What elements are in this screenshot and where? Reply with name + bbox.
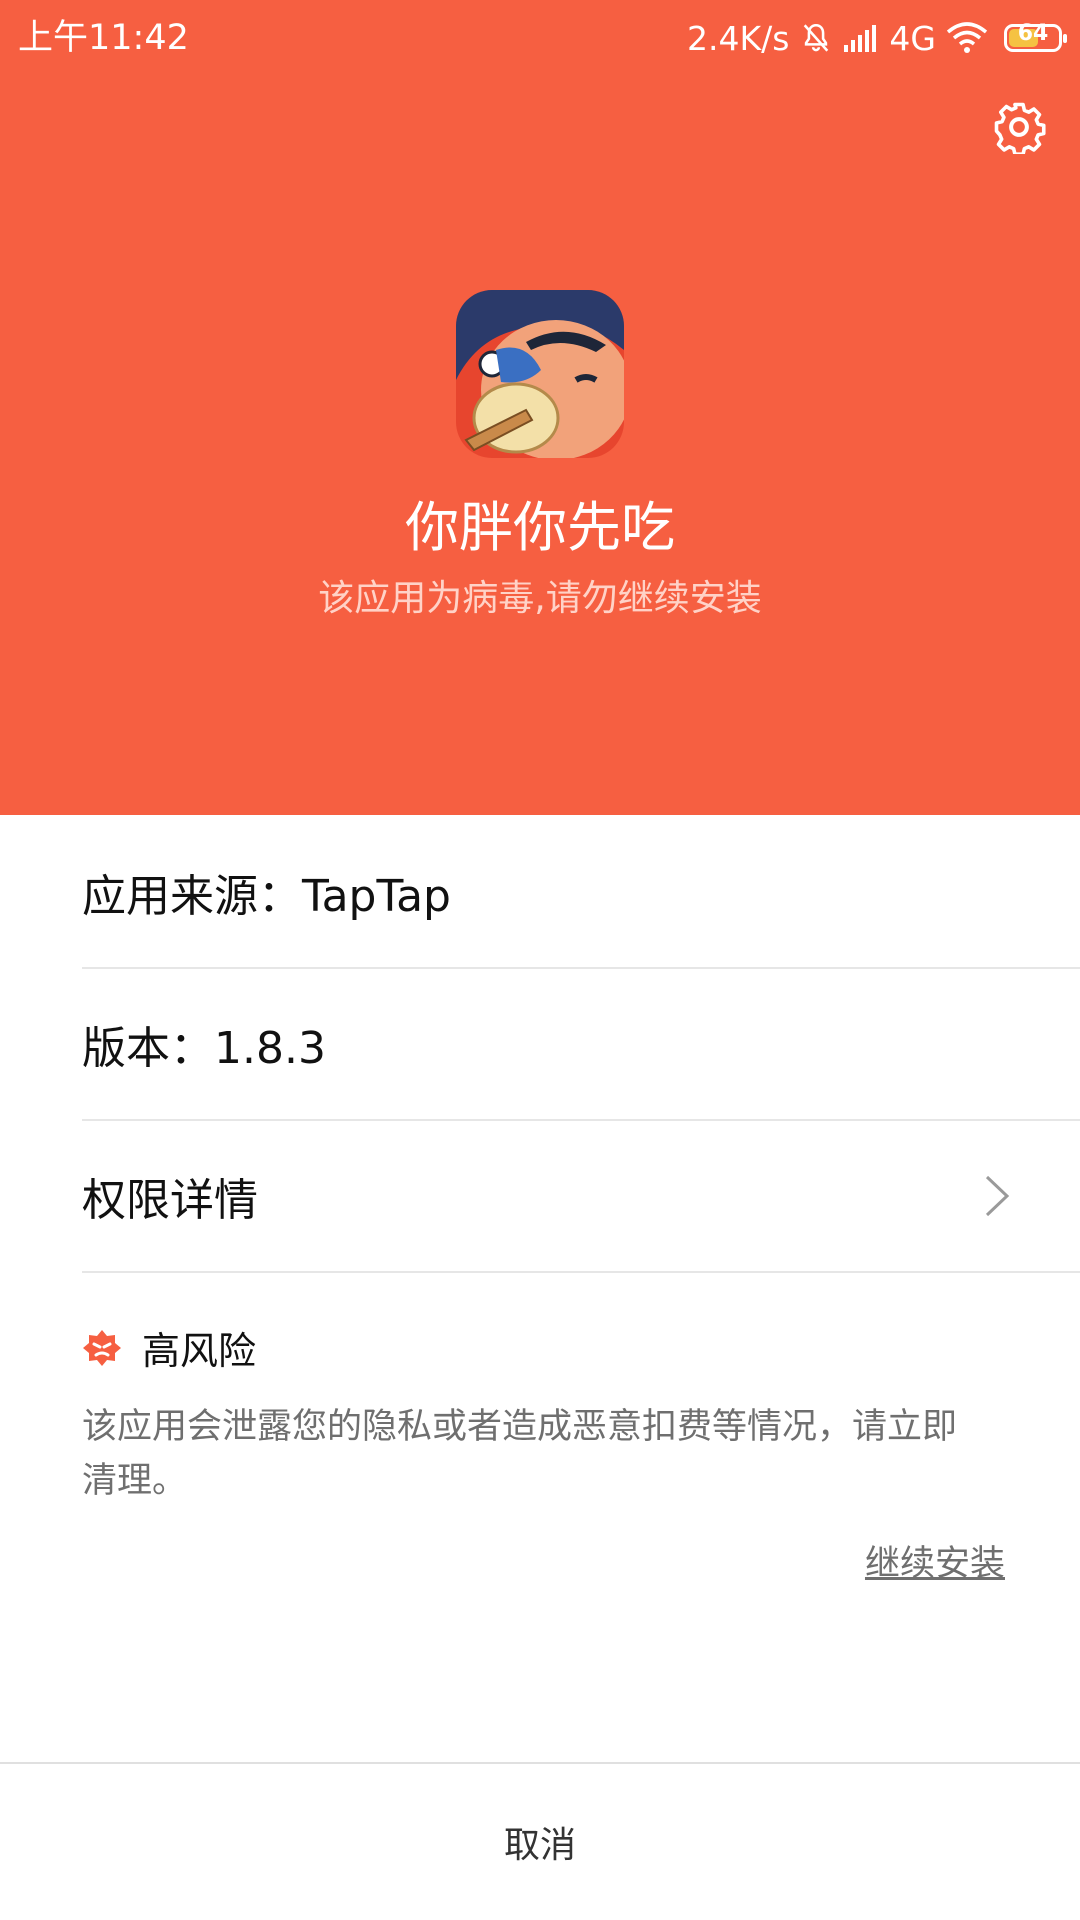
network-type: 4G (889, 18, 936, 58)
permissions-label: 权限详情 (82, 1175, 258, 1226)
continue-install-link[interactable]: 继续安装 (865, 1535, 1005, 1586)
app-icon (456, 290, 624, 458)
net-speed: 2.4K/s (686, 18, 790, 58)
status-icons: 2.4K/s 4G 64 (686, 14, 1067, 62)
gear-icon[interactable] (992, 100, 1046, 154)
permissions-row[interactable]: 权限详情 (82, 1121, 1080, 1273)
status-bar: 上午11:42 2.4K/s 4G 64 (0, 0, 1080, 76)
wifi-icon (946, 22, 988, 53)
risk-level: 高风险 (82, 1320, 256, 1375)
app-name: 你胖你先吃 (405, 496, 675, 559)
chevron-right-icon (985, 1175, 1010, 1217)
cancel-label: 取消 (503, 1825, 576, 1866)
signal-icon (844, 25, 877, 52)
app-version: 版本：1.8.3 (82, 1023, 326, 1074)
high-risk-icon (83, 1329, 121, 1366)
bell-muted-icon (804, 23, 829, 52)
risk-title: 高风险 (142, 1329, 257, 1373)
battery-icon: 64 (1004, 21, 1067, 52)
cancel-button[interactable]: 取消 (0, 1762, 1080, 1920)
battery-level-text: 64 (1017, 21, 1049, 46)
status-time: 上午11:42 (18, 18, 189, 58)
header-panel: 上午11:42 2.4K/s 4G 64 你胖你先吃 该应用为病毒,请勿继续安装 (0, 0, 1080, 815)
app-source: 应用来源：TapTap (82, 871, 451, 922)
app-source-row: 应用来源：TapTap (82, 817, 1080, 969)
virus-warning: 该应用为病毒,请勿继续安装 (318, 578, 762, 619)
version-row: 版本：1.8.3 (82, 969, 1080, 1121)
risk-description: 该应用会泄露您的隐私或者造成恶意扣费等情况，请立即清理。 (82, 1407, 958, 1501)
